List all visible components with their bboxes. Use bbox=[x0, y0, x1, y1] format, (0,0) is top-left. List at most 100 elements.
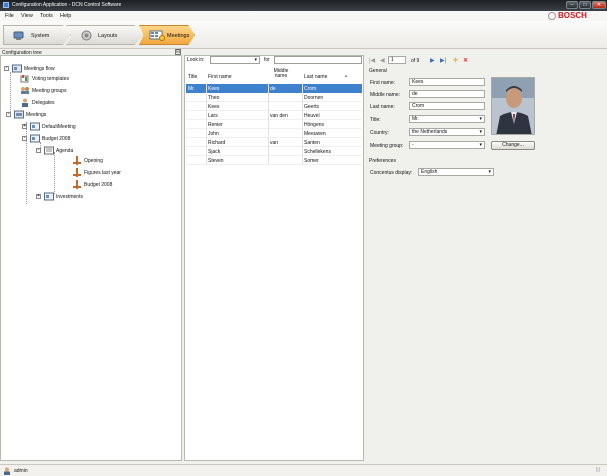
add-record-button[interactable]: ✚ bbox=[453, 57, 458, 64]
person-photo-icon bbox=[492, 78, 534, 134]
meeting-flow-icon bbox=[12, 64, 22, 73]
column-divider bbox=[302, 129, 303, 138]
table-cell-first: Renier bbox=[208, 122, 223, 128]
nav-system-button[interactable]: System bbox=[3, 25, 71, 45]
nav-system-label: System bbox=[31, 33, 50, 39]
title-select[interactable]: Mr. ▾ bbox=[409, 115, 485, 123]
table-cell-first: Lars bbox=[208, 113, 218, 119]
expand-icon[interactable]: + bbox=[22, 124, 27, 129]
table-cell-middle: van den bbox=[270, 113, 288, 119]
column-divider bbox=[268, 129, 269, 138]
change-photo-button[interactable]: Change... bbox=[491, 141, 535, 150]
table-row[interactable]: Sjack Schellekens bbox=[186, 147, 362, 156]
table-cell-last: Crom bbox=[304, 86, 317, 92]
concentus-display-select[interactable]: English ▾ bbox=[418, 168, 494, 176]
meeting-groups-icon bbox=[21, 87, 29, 94]
delegates-icon bbox=[22, 98, 28, 107]
tree-item-label: DefaultMeeting bbox=[42, 124, 76, 130]
table-row[interactable]: Steven Somer bbox=[186, 156, 362, 165]
meeting-group-value: - bbox=[412, 142, 414, 148]
column-divider bbox=[268, 156, 269, 165]
column-divider bbox=[302, 93, 303, 102]
collapse-icon[interactable]: - bbox=[4, 66, 9, 71]
previous-record-button[interactable]: ◀ bbox=[380, 57, 385, 64]
status-bar: admin ||| bbox=[0, 464, 607, 476]
details-pane bbox=[366, 55, 607, 461]
first-name-field[interactable]: Kees bbox=[409, 78, 485, 86]
chevron-down-icon: ▾ bbox=[488, 169, 491, 175]
meeting-group-select[interactable]: - ▾ bbox=[409, 141, 485, 149]
table-row[interactable]: Kees Geerts bbox=[186, 102, 362, 111]
column-divider bbox=[206, 120, 207, 129]
menu-help[interactable]: Help bbox=[60, 13, 71, 19]
table-cell-last: Santen bbox=[304, 140, 320, 146]
column-header-title[interactable]: Title bbox=[188, 74, 197, 80]
user-icon bbox=[4, 467, 10, 475]
delete-record-button[interactable]: ✕ bbox=[463, 57, 468, 64]
tree-item-label: Meetings flow bbox=[24, 66, 55, 72]
column-header-middle-name[interactable]: Middle name bbox=[270, 69, 292, 79]
first-record-button[interactable]: |◀ bbox=[369, 57, 375, 64]
column-header-last-name[interactable]: Last name bbox=[304, 74, 327, 80]
last-record-button[interactable]: ▶| bbox=[440, 57, 446, 64]
next-record-button[interactable]: ▶ bbox=[430, 57, 435, 64]
title-value: Mr. bbox=[412, 116, 419, 122]
table-cell-middle: van bbox=[270, 140, 279, 146]
agenda-item-icon bbox=[73, 156, 81, 165]
minimize-button[interactable]: – bbox=[566, 1, 578, 9]
column-divider bbox=[268, 93, 269, 102]
window-title: Configuration Application - DCN Control … bbox=[12, 2, 122, 8]
column-divider bbox=[206, 156, 207, 165]
look-in-select[interactable]: ▾ bbox=[210, 56, 260, 64]
column-divider bbox=[206, 147, 207, 156]
nav-meetings-label: Meetings bbox=[167, 33, 190, 39]
search-input[interactable] bbox=[274, 56, 362, 64]
last-name-field[interactable]: Crom bbox=[409, 102, 485, 110]
table-cell-first: Kees bbox=[208, 104, 220, 110]
table-row[interactable]: Theo Doornen bbox=[186, 93, 362, 102]
close-button[interactable]: ✕ bbox=[592, 1, 606, 9]
menu-file[interactable]: File bbox=[5, 13, 14, 19]
look-in-label: Look in: bbox=[187, 57, 205, 63]
middle-name-field[interactable]: de bbox=[409, 90, 485, 98]
menu-view[interactable]: View bbox=[21, 13, 33, 19]
chevron-down-icon: ▾ bbox=[479, 142, 482, 148]
general-heading: General bbox=[369, 68, 387, 74]
collapse-icon[interactable]: - bbox=[6, 112, 11, 117]
column-header-first-name[interactable]: First name bbox=[208, 74, 232, 80]
preferences-heading: Preferences bbox=[369, 158, 396, 164]
column-divider bbox=[302, 84, 303, 93]
expand-icon[interactable]: + bbox=[36, 194, 41, 199]
agenda-item-icon bbox=[73, 168, 81, 177]
table-row[interactable]: Lars van den Heuvel bbox=[186, 111, 362, 120]
column-divider bbox=[268, 111, 269, 120]
resize-grip-icon[interactable]: ||| bbox=[596, 467, 600, 473]
tree-item-label: Meetings bbox=[26, 112, 47, 118]
nav-meetings-button[interactable]: Meetings bbox=[139, 25, 195, 45]
sort-ascending-icon: ▲ bbox=[344, 73, 348, 78]
tree-item-label: Opening bbox=[84, 158, 103, 164]
table-row[interactable]: Richard van Santen bbox=[186, 138, 362, 147]
column-divider bbox=[302, 111, 303, 120]
menu-tools[interactable]: Tools bbox=[40, 13, 53, 19]
tree-item-label: Voting templates bbox=[32, 76, 69, 82]
record-number-input[interactable]: 1 bbox=[388, 56, 406, 64]
column-divider bbox=[268, 120, 269, 129]
table-cell-last: Meeuwen bbox=[304, 131, 326, 137]
tree-item-label: Delegates bbox=[32, 100, 55, 106]
table-row[interactable]: Mr. Kees de Crom bbox=[186, 84, 362, 93]
nav-layouts-button[interactable]: Layouts bbox=[66, 25, 144, 45]
column-divider bbox=[268, 84, 269, 93]
collapse-icon[interactable]: - bbox=[22, 136, 27, 141]
maximize-button[interactable]: □ bbox=[579, 1, 591, 9]
bosch-logo-icon bbox=[548, 12, 556, 20]
meeting-icon bbox=[30, 122, 40, 131]
country-select[interactable]: the Netherlands ▾ bbox=[409, 128, 485, 136]
tree-item-label: Figures last year bbox=[84, 170, 121, 176]
table-row[interactable]: Renier Höngens bbox=[186, 120, 362, 129]
collapse-icon[interactable]: - bbox=[36, 148, 41, 153]
agenda-icon bbox=[44, 146, 54, 155]
column-divider bbox=[268, 138, 269, 147]
table-row[interactable]: John Meeuwen bbox=[186, 129, 362, 138]
column-divider bbox=[302, 147, 303, 156]
